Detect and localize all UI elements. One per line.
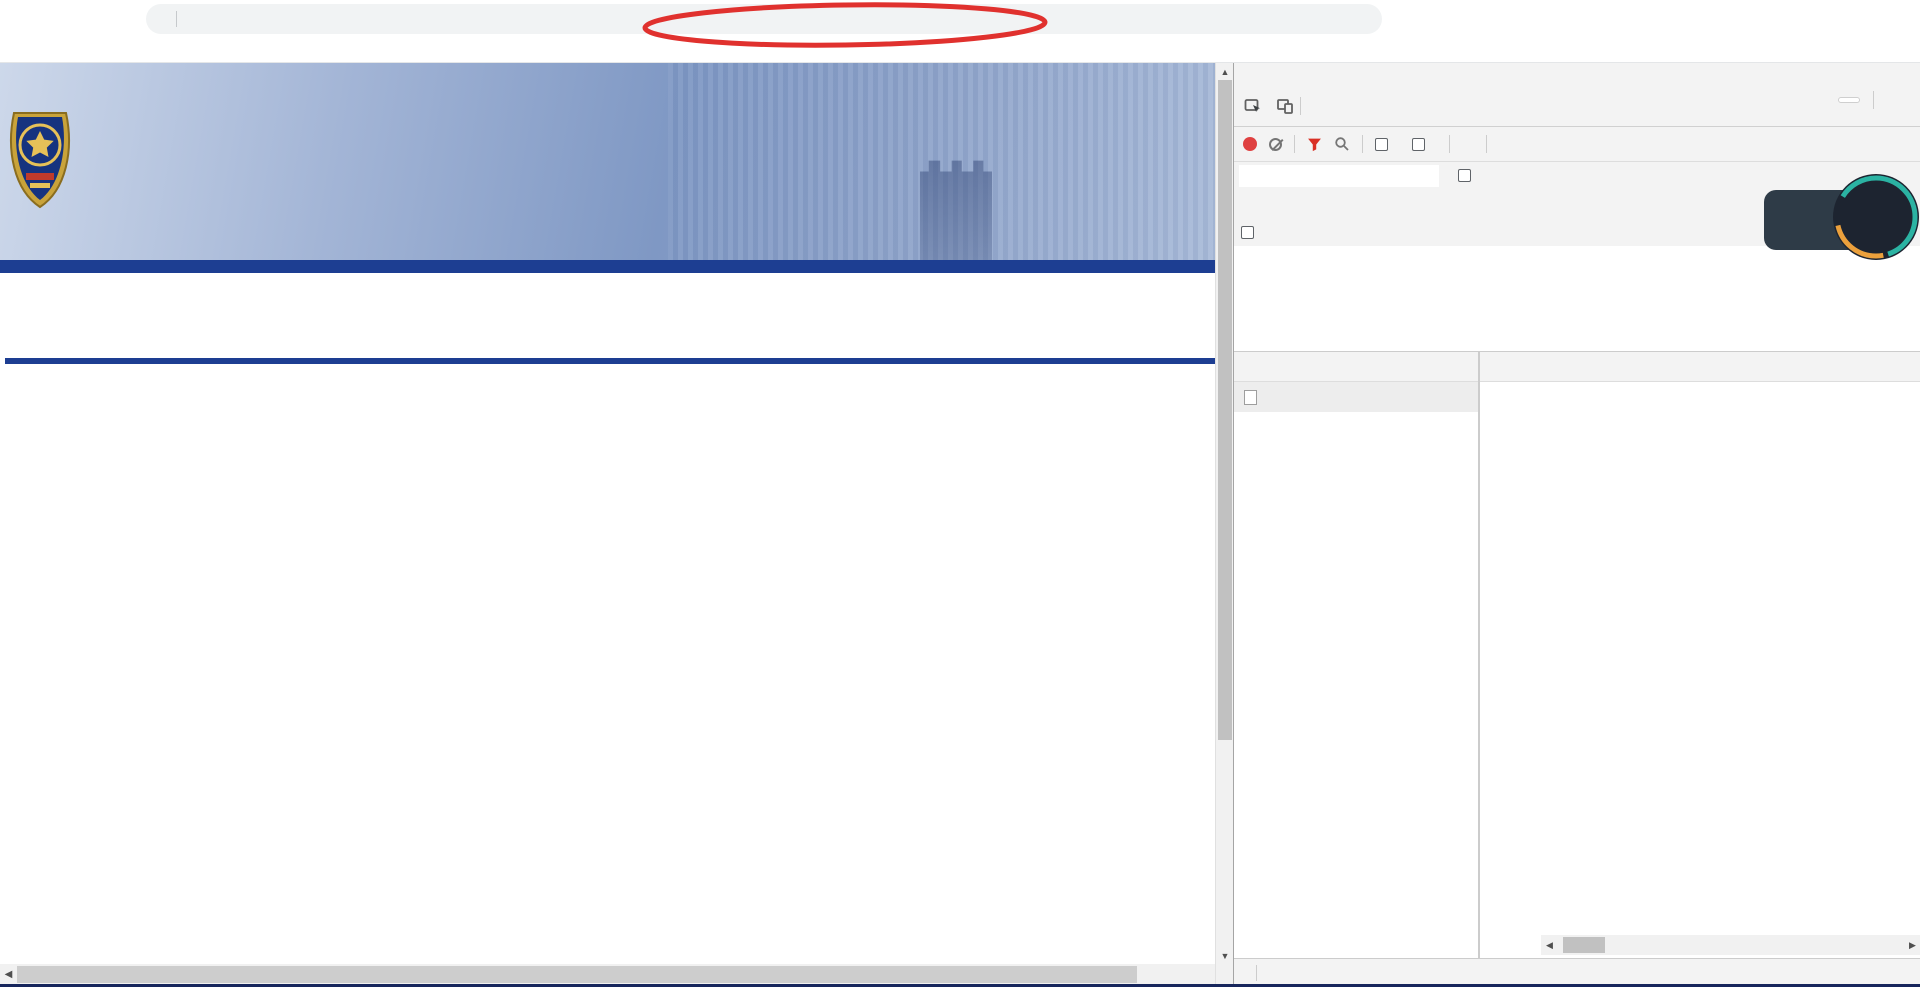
page-content: ◀: [0, 63, 1215, 987]
device-toolbar-icon[interactable]: [1274, 95, 1296, 117]
tabbar-right-cluster: [1838, 91, 1913, 109]
toolbar-divider: [1486, 135, 1487, 153]
toolbar-divider: [1449, 135, 1450, 153]
browser-toolbar: [0, 0, 1920, 37]
tabbar-divider: [1873, 91, 1874, 109]
response-pane-tabbar: [1480, 352, 1920, 382]
response-horizontal-scrollbar[interactable]: ◀ ▶: [1541, 935, 1920, 955]
scroll-down-arrow[interactable]: ▼: [1216, 947, 1234, 964]
toolbar-divider: [1294, 135, 1295, 153]
json-doc-icon: [1244, 389, 1257, 405]
response-code-area: [1480, 382, 1920, 937]
response-scroll-left-arrow[interactable]: ◀: [1541, 935, 1558, 955]
reload-button[interactable]: [76, 4, 110, 34]
network-filter-row: [1234, 162, 1920, 190]
filter-funnel-icon[interactable]: [1307, 137, 1322, 152]
page-vertical-scrollbar[interactable]: ▲ ▼: [1215, 63, 1233, 985]
scroll-up-arrow[interactable]: ▲: [1216, 63, 1234, 80]
devtools-status-bar: [1234, 958, 1920, 987]
toolbar-divider: [1362, 135, 1363, 153]
nmpa-header-banner: [0, 63, 1215, 260]
address-bar[interactable]: [146, 4, 1382, 34]
horizontal-scroll-thumb[interactable]: [17, 966, 1137, 983]
request-row[interactable]: [1234, 382, 1478, 412]
back-button[interactable]: [8, 4, 42, 34]
bookmarks-bar: [0, 37, 1920, 63]
response-scroll-right-arrow[interactable]: ▶: [1904, 935, 1920, 955]
page-horizontal-scrollbar[interactable]: ◀: [0, 964, 1215, 985]
record-network-log-button[interactable]: [1243, 137, 1257, 151]
response-more-tabs-chevron[interactable]: [1508, 361, 1512, 373]
blocked-requests-checkbox[interactable]: [1241, 225, 1254, 239]
license-table: [5, 358, 1215, 364]
network-toolbar: [1234, 127, 1920, 162]
network-panes: ◀ ▶: [1234, 352, 1920, 958]
clear-network-log-icon[interactable]: [1269, 137, 1282, 151]
devtools-panel: ◀ ▶: [1233, 63, 1920, 987]
network-overview-timeline[interactable]: [1234, 246, 1920, 352]
forward-button[interactable]: [42, 4, 76, 34]
filter-input[interactable]: [1239, 165, 1439, 187]
search-icon[interactable]: [1334, 136, 1350, 152]
blocked-requests-row: [1241, 218, 1262, 246]
preserve-log-checkbox[interactable]: [1375, 137, 1388, 151]
tabbar-divider: [1300, 97, 1301, 115]
scroll-left-arrow[interactable]: ◀: [0, 964, 17, 985]
browser-window: ◀ ▲ ▼ ◀ ▶: [0, 0, 1920, 987]
request-list-header[interactable]: [1234, 352, 1478, 382]
great-wall-decoration: [920, 160, 992, 260]
performance-ring-gauge: [1831, 172, 1920, 262]
vertical-scroll-thumb[interactable]: [1218, 80, 1232, 740]
devtools-tabbar: [1234, 63, 1920, 127]
response-scroll-thumb[interactable]: [1563, 937, 1605, 953]
address-divider: [176, 11, 177, 27]
console-warning-badge[interactable]: [1838, 97, 1860, 103]
nav-strip: [0, 260, 1215, 273]
nmpa-emblem-logo: [10, 112, 70, 209]
disable-cache-checkbox[interactable]: [1412, 137, 1425, 151]
inspect-element-icon[interactable]: [1242, 95, 1264, 117]
hide-data-urls-checkbox[interactable]: [1458, 169, 1471, 182]
status-divider: [1256, 965, 1257, 981]
